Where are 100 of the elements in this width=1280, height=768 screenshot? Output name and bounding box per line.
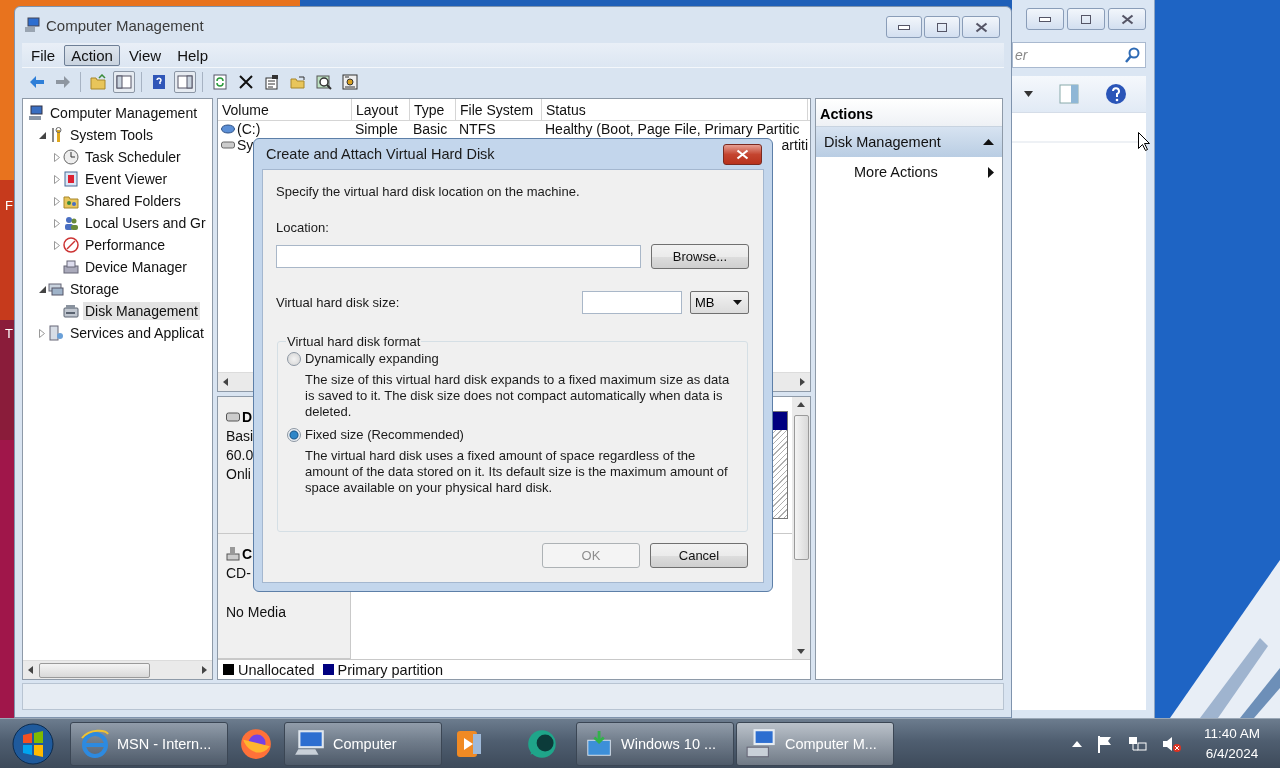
option-description: The virtual hard disk uses a fixed amount of space regardless of the amount of the data stored on it. Its default size is the maximum amount of space available on your physical hard disk. bbox=[305, 448, 729, 496]
tree-item[interactable]: Event Viewer bbox=[83, 170, 170, 188]
cancel-button[interactable]: Cancel bbox=[650, 543, 748, 568]
maximize-icon bbox=[937, 22, 947, 32]
menu-item[interactable]: View bbox=[121, 44, 169, 66]
tree-item[interactable]: System Tools bbox=[68, 126, 155, 144]
scroll-arrow-icon[interactable] bbox=[200, 666, 208, 674]
table-cell: NTFS bbox=[459, 121, 496, 137]
scroll-arrow-icon[interactable] bbox=[222, 378, 230, 386]
expand-icon[interactable] bbox=[54, 240, 60, 250]
table-cell: Basic bbox=[413, 121, 448, 137]
field-label: Location: bbox=[276, 220, 329, 235]
tree-item[interactable]: Computer Management bbox=[48, 104, 200, 122]
column-header[interactable]: File System bbox=[456, 99, 542, 120]
radio-label[interactable]: Fixed size (Recommended) bbox=[305, 427, 464, 442]
tree-item[interactable]: Performance bbox=[83, 236, 168, 254]
network-icon[interactable] bbox=[1127, 734, 1148, 753]
table-cell: Simple bbox=[355, 121, 398, 137]
disk-info: Onli bbox=[226, 466, 251, 482]
start-button[interactable] bbox=[10, 720, 56, 767]
scroll-arrow-icon[interactable] bbox=[27, 666, 35, 674]
disk-icon bbox=[63, 303, 79, 319]
table-cell: Sy bbox=[237, 137, 254, 153]
legend-label: Unallocated bbox=[238, 661, 315, 678]
expand-icon[interactable] bbox=[54, 196, 60, 206]
clock-icon bbox=[63, 149, 79, 165]
collapse-icon[interactable] bbox=[38, 285, 46, 293]
maximize-button[interactable] bbox=[1067, 8, 1105, 30]
drive-icon bbox=[221, 140, 235, 150]
scroll-arrow-icon[interactable] bbox=[798, 378, 806, 386]
tree-item[interactable]: Storage bbox=[68, 280, 122, 298]
tree-item[interactable]: Task Scheduler bbox=[83, 148, 183, 166]
radio-label[interactable]: Dynamically expanding bbox=[305, 351, 439, 366]
tree-item[interactable]: Device Manager bbox=[83, 258, 189, 276]
volume-icon bbox=[221, 124, 235, 134]
cd-drive-icon bbox=[226, 546, 240, 562]
help-icon[interactable] bbox=[1105, 83, 1127, 105]
desktop-icon-label[interactable]: F bbox=[5, 198, 13, 213]
expand-icon[interactable] bbox=[54, 218, 60, 228]
instruction-text: Specify the virtual hard disk location on the machine. bbox=[276, 184, 580, 199]
search-field[interactable]: er bbox=[1012, 42, 1146, 68]
table-cell: artiti bbox=[781, 137, 808, 153]
column-header[interactable]: Status bbox=[542, 99, 808, 120]
menu-item[interactable]: Action bbox=[64, 44, 120, 66]
tree-item[interactable]: Services and Applicat bbox=[68, 324, 206, 342]
maximize-button[interactable] bbox=[924, 16, 960, 38]
minimize-button[interactable] bbox=[1026, 8, 1064, 30]
table-cell: Healthy (Boot, Page File, Primary Partitic bbox=[545, 121, 800, 137]
location-field[interactable] bbox=[276, 245, 641, 268]
browse-button[interactable]: Browse... bbox=[650, 244, 749, 269]
clock[interactable]: 11:40 AM 6/4/2024 bbox=[1203, 723, 1260, 764]
expand-icon[interactable] bbox=[54, 152, 60, 162]
tree-item[interactable]: Disk Management bbox=[83, 302, 200, 320]
close-button[interactable] bbox=[962, 16, 1000, 38]
delete-icon bbox=[238, 73, 254, 90]
menu-item[interactable]: Help bbox=[170, 44, 215, 66]
close-button[interactable] bbox=[1108, 8, 1146, 30]
minimize-icon bbox=[1039, 16, 1051, 22]
speaker-muted-icon[interactable] bbox=[1161, 734, 1182, 753]
collapse-icon[interactable] bbox=[983, 139, 994, 145]
disk-info: Basi bbox=[226, 428, 254, 444]
window-title: Computer Management bbox=[46, 16, 205, 34]
radio-button[interactable] bbox=[287, 351, 301, 366]
settings-icon bbox=[342, 73, 358, 90]
taskbar-button[interactable]: Computer bbox=[284, 721, 442, 766]
size-field[interactable] bbox=[582, 291, 682, 314]
radio-button[interactable] bbox=[287, 427, 301, 442]
horizontal-scrollbar[interactable] bbox=[23, 660, 212, 679]
scroll-arrow-icon[interactable] bbox=[797, 647, 805, 655]
forward-arrow-icon bbox=[55, 73, 71, 90]
tree-item[interactable]: Shared Folders bbox=[83, 192, 183, 210]
desktop-icon-label[interactable]: T bbox=[5, 326, 13, 341]
properties-icon bbox=[264, 73, 280, 90]
disk-name: D bbox=[242, 409, 253, 425]
taskbar-button[interactable]: Windows 10 ... bbox=[576, 721, 734, 766]
actions-section[interactable]: Disk Management bbox=[816, 127, 1002, 157]
refresh-icon bbox=[212, 73, 228, 90]
help-icon bbox=[151, 73, 167, 90]
show-hidden-icons[interactable] bbox=[1071, 740, 1082, 747]
column-header[interactable]: Volume bbox=[218, 99, 352, 120]
menu-item[interactable]: File bbox=[24, 44, 63, 66]
action-item[interactable]: More Actions bbox=[816, 157, 1002, 187]
collapse-icon[interactable] bbox=[38, 131, 46, 139]
search-icon bbox=[1125, 47, 1141, 63]
expand-icon[interactable] bbox=[39, 328, 45, 338]
tree-item[interactable]: Local Users and Gr bbox=[83, 214, 208, 232]
users-icon bbox=[63, 215, 79, 231]
column-header[interactable]: Layout bbox=[352, 99, 410, 120]
minimize-icon bbox=[898, 24, 910, 30]
flag-icon[interactable] bbox=[1095, 734, 1114, 753]
scroll-arrow-icon[interactable] bbox=[797, 401, 805, 409]
taskbar-button[interactable]: MSN - Intern... bbox=[70, 721, 228, 766]
browser-icon bbox=[239, 726, 273, 761]
vertical-scrollbar[interactable] bbox=[792, 397, 810, 659]
unit-dropdown[interactable]: MB bbox=[690, 291, 749, 314]
close-button[interactable] bbox=[723, 144, 762, 165]
minimize-button[interactable] bbox=[886, 16, 922, 38]
column-header[interactable]: Type bbox=[410, 99, 456, 120]
caret-icon[interactable] bbox=[1024, 91, 1033, 97]
expand-icon[interactable] bbox=[54, 174, 60, 184]
